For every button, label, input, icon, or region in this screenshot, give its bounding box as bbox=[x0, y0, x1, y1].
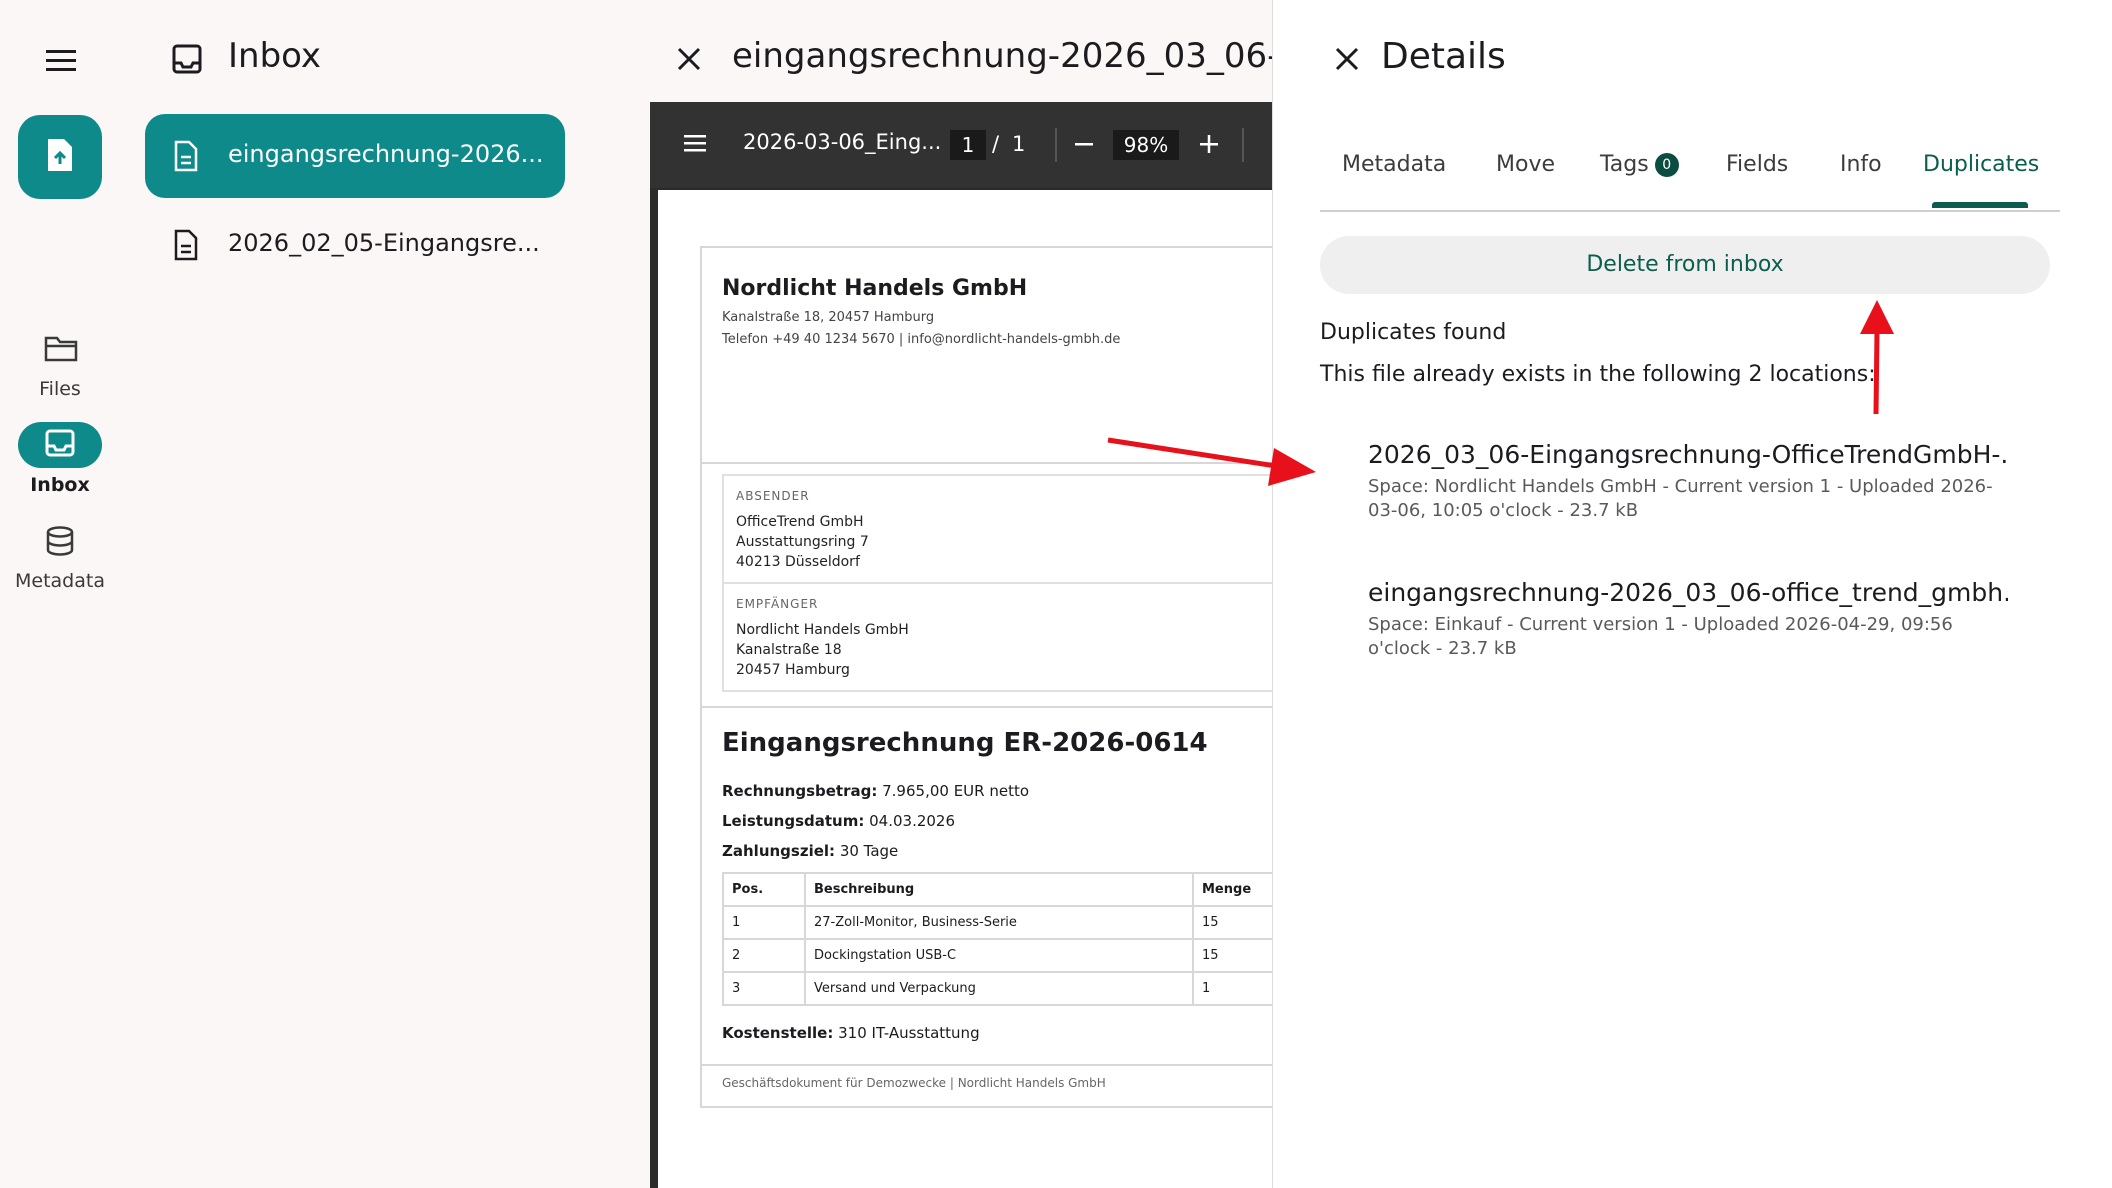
pdf-toolbar: 2026-03-06_Eing... 1 / 1 98% bbox=[650, 102, 1272, 188]
company-address: Kanalstraße 18, 20457 Hamburg bbox=[722, 310, 935, 325]
table-cell: 15 bbox=[1192, 938, 1272, 973]
duplicate-entry[interactable]: 2026_03_06-Eingangsrechnung-OfficeTrendG… bbox=[1368, 440, 2008, 523]
rail-item-label: Files bbox=[39, 378, 81, 400]
close-icon[interactable] bbox=[676, 46, 702, 76]
table-cell: 27-Zoll-Monitor, Business-Serie bbox=[804, 905, 1194, 940]
file-name: 2026_02_05-Eingangsre... bbox=[228, 229, 540, 257]
folder-icon bbox=[44, 334, 78, 366]
terms-label: Zahlungsziel: bbox=[722, 842, 836, 860]
duplicate-meta: Space: Nordlicht Handels GmbH - Current … bbox=[1368, 476, 1993, 521]
divider bbox=[1242, 128, 1244, 162]
terms-value: 30 Tage bbox=[839, 842, 899, 860]
rail-item-label: Metadata bbox=[15, 570, 105, 592]
zoom-out-icon[interactable] bbox=[1075, 132, 1095, 160]
tab-info[interactable]: Info bbox=[1840, 152, 1882, 177]
date-value: 04.03.2026 bbox=[869, 812, 956, 830]
table-cell: Dockingstation USB-C bbox=[804, 938, 1194, 973]
amount-label: Rechnungsbetrag: bbox=[722, 782, 878, 800]
upload-button[interactable] bbox=[18, 115, 102, 199]
page-total: 1 bbox=[1012, 132, 1026, 156]
table-row: 2 Dockingstation USB-C 15 bbox=[722, 938, 1272, 973]
pdf-file-name: 2026-03-06_Eing... bbox=[743, 130, 942, 154]
table-cell: 15 bbox=[1192, 905, 1272, 940]
tab-metadata[interactable]: Metadata bbox=[1342, 152, 1446, 177]
list-item[interactable]: eingangsrechnung-2026... bbox=[145, 114, 565, 198]
recipient-line: 20457 Hamburg bbox=[736, 662, 850, 678]
cost-label: Kostenstelle: bbox=[722, 1024, 834, 1042]
zoom-level[interactable]: 98% bbox=[1113, 130, 1179, 160]
recipient-label: EMPFÄNGER bbox=[736, 597, 819, 611]
file-name: eingangsrechnung-2026... bbox=[228, 140, 544, 168]
inbox-icon bbox=[172, 44, 202, 78]
table-header: Beschreibung bbox=[804, 872, 1194, 907]
page-title: Inbox bbox=[228, 36, 322, 76]
items-table: Pos. Beschreibung Menge 1 27-Zoll-Monito… bbox=[722, 872, 1272, 1006]
viewer-title-clip: eingangsrechnung-2026_03_06- bbox=[732, 0, 1272, 102]
sender-line: Ausstattungsring 7 bbox=[736, 534, 869, 550]
table-cell: 1 bbox=[722, 905, 806, 940]
menu-icon[interactable] bbox=[684, 134, 706, 156]
company-contact: Telefon +49 40 1234 5670 | info@nordlich… bbox=[722, 332, 1121, 347]
table-cell: 1 bbox=[1192, 971, 1272, 1006]
sender-label: ABSENDER bbox=[736, 489, 810, 503]
date-label: Leistungsdatum: bbox=[722, 812, 865, 830]
cost-value: 310 IT-Ausstattung bbox=[838, 1024, 980, 1042]
invoice-document: Nordlicht Handels GmbH Kanalstraße 18, 2… bbox=[700, 246, 1272, 1108]
rail-item-files[interactable]: Files bbox=[0, 330, 120, 410]
details-tabs: Metadata Move Tags 0 Fields Info Duplicat… bbox=[1320, 140, 2060, 212]
recipient-box: EMPFÄNGER Nordlicht Handels GmbH Kanalst… bbox=[722, 584, 1272, 692]
rail-item-inbox[interactable] bbox=[18, 422, 102, 468]
duplicate-title: 2026_03_06-Eingangsrechnung-OfficeTrendG… bbox=[1368, 440, 2008, 469]
table-header: Menge bbox=[1192, 872, 1272, 907]
divider bbox=[1055, 128, 1057, 162]
table-cell: Versand und Verpackung bbox=[804, 971, 1194, 1006]
invoice-title: Eingangsrechnung ER-2026-0614 bbox=[722, 728, 1208, 758]
page-separator: / bbox=[992, 132, 1000, 156]
duplicate-title: eingangsrechnung-2026_03_06-office_trend… bbox=[1368, 578, 2008, 607]
active-tab-indicator bbox=[1932, 202, 2028, 208]
page-number-input[interactable]: 1 bbox=[950, 130, 986, 160]
tags-count-badge: 0 bbox=[1654, 153, 1679, 177]
duplicates-description: This file already exists in the followin… bbox=[1320, 362, 1876, 387]
pdf-page: Nordlicht Handels GmbH Kanalstraße 18, 2… bbox=[658, 190, 1272, 1188]
list-item[interactable]: 2026_02_05-Eingangsre... bbox=[145, 212, 565, 278]
duplicates-heading: Duplicates found bbox=[1320, 320, 1507, 345]
file-icon bbox=[174, 140, 198, 176]
sender-box: ABSENDER OfficeTrend GmbH Ausstattungsri… bbox=[722, 474, 1272, 584]
duplicate-entry[interactable]: eingangsrechnung-2026_03_06-office_trend… bbox=[1368, 578, 2008, 661]
table-row: 3 Versand und Verpackung 1 bbox=[722, 971, 1272, 1006]
rail-item-label: Inbox bbox=[30, 474, 90, 496]
menu-icon[interactable] bbox=[46, 48, 76, 72]
tab-duplicates[interactable]: Duplicates bbox=[1923, 152, 2039, 177]
recipient-line: Kanalstraße 18 bbox=[736, 642, 842, 658]
table-header: Pos. bbox=[722, 872, 806, 907]
file-icon bbox=[174, 229, 198, 265]
viewer-title: eingangsrechnung-2026_03_06- bbox=[732, 36, 1272, 76]
zoom-in-icon[interactable] bbox=[1200, 132, 1220, 160]
sender-line: OfficeTrend GmbH bbox=[736, 514, 864, 530]
company-name: Nordlicht Handels GmbH bbox=[722, 276, 1028, 301]
tab-label: Tags bbox=[1600, 152, 1649, 177]
document-footer: Geschäftsdokument für Demozwecke | Nordl… bbox=[722, 1076, 1106, 1090]
rail-item-metadata[interactable]: Metadata bbox=[0, 522, 120, 602]
table-cell: 2 bbox=[722, 938, 806, 973]
close-icon[interactable] bbox=[1334, 46, 1360, 76]
details-title: Details bbox=[1381, 36, 1506, 77]
tab-move[interactable]: Move bbox=[1496, 152, 1555, 177]
duplicate-meta: Space: Einkauf - Current version 1 - Upl… bbox=[1368, 614, 1953, 659]
database-icon bbox=[46, 526, 74, 560]
tab-tags[interactable]: Tags 0 bbox=[1600, 152, 1679, 177]
file-upload-icon bbox=[45, 137, 75, 177]
inbox-icon bbox=[45, 429, 75, 461]
amount-value: 7.965,00 EUR netto bbox=[882, 782, 1030, 800]
sender-line: 40213 Düsseldorf bbox=[736, 554, 860, 570]
delete-from-inbox-button[interactable]: Delete from inbox bbox=[1320, 236, 2050, 294]
tab-fields[interactable]: Fields bbox=[1726, 152, 1788, 177]
table-cell: 3 bbox=[722, 971, 806, 1006]
table-row: 1 27-Zoll-Monitor, Business-Serie 15 bbox=[722, 905, 1272, 940]
recipient-line: Nordlicht Handels GmbH bbox=[736, 622, 909, 638]
